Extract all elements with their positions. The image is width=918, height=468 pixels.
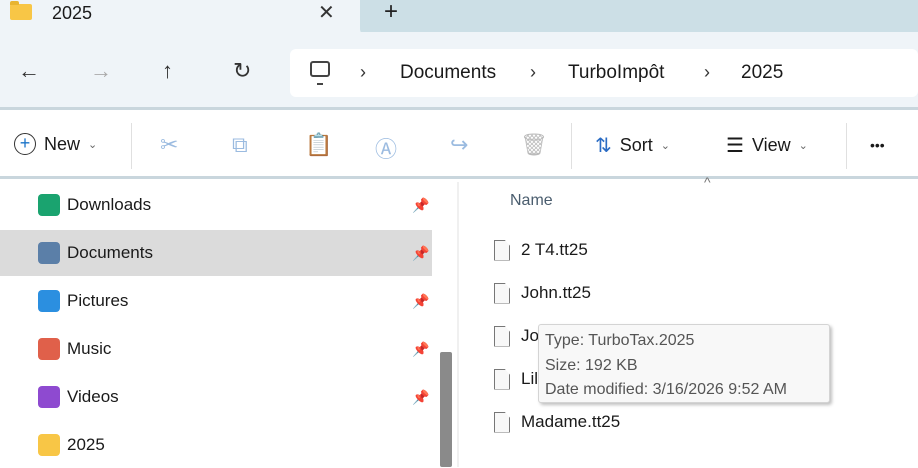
chevron-down-icon: ⌄ (798, 140, 808, 152)
chevron-right-icon[interactable]: › (360, 62, 366, 83)
sidebar-item-downloads[interactable]: Downloads 📌 (0, 182, 432, 228)
file-item[interactable]: 2 T4.tt25 (494, 235, 588, 265)
sidebar-item-label: Videos (67, 387, 119, 406)
cut-icon[interactable]: ✂ (160, 132, 178, 158)
sidebar-item-label: Pictures (67, 291, 129, 310)
share-icon[interactable]: ↪ (450, 132, 468, 158)
file-name: 2 T4.tt25 (521, 240, 588, 259)
view-lines-icon: ☰ (726, 135, 744, 157)
tab-strip (360, 0, 918, 35)
this-pc-icon[interactable] (310, 61, 330, 85)
back-button[interactable]: ← (18, 58, 40, 84)
pin-icon[interactable]: 📌 (412, 293, 429, 310)
download-icon (38, 194, 60, 216)
breadcrumb-documents[interactable]: Documents (400, 62, 496, 84)
copy-icon[interactable]: ⧉ (232, 132, 248, 158)
sidebar-item-videos[interactable]: Videos 📌 (0, 374, 432, 420)
sidebar-item-label: 2025 (67, 435, 105, 454)
breadcrumb-2025[interactable]: 2025 (741, 62, 783, 84)
file-icon (494, 368, 510, 390)
breadcrumb-turboimpot[interactable]: TurboImpôt (568, 62, 664, 84)
sidebar-item-2025[interactable]: 2025 (0, 422, 432, 468)
tab-2025[interactable]: 2025 ✕ (0, 0, 358, 32)
sidebar-item-label: Music (67, 339, 112, 358)
forward-button[interactable]: → (90, 58, 112, 84)
delete-icon[interactable]: 🗑 (520, 132, 548, 158)
divider (846, 123, 847, 169)
new-tab-button[interactable]: + (384, 0, 398, 26)
pin-icon[interactable]: 📌 (412, 389, 429, 406)
rename-icon[interactable]: Ⓐ (375, 132, 397, 164)
file-tooltip: Type: TurboTax.2025 Size: 192 KB Date mo… (538, 324, 830, 403)
column-header-name[interactable]: Name (510, 192, 553, 210)
view-label: View (751, 135, 791, 155)
file-icon (494, 325, 510, 347)
view-button[interactable]: ☰ View ⌄ (726, 133, 808, 158)
up-button[interactable]: ↑ (162, 58, 173, 84)
new-label: New (44, 133, 81, 154)
tab-title: 2025 (52, 3, 93, 23)
tooltip-size: Size: 192 KB (545, 356, 638, 374)
scrollbar-thumb[interactable] (440, 352, 452, 467)
paste-icon[interactable]: 📋 (305, 132, 332, 158)
new-button[interactable]: + New ⌄ (14, 133, 97, 155)
documents-icon (38, 242, 60, 264)
videos-icon (38, 386, 60, 408)
navigation-pane: Downloads 📌 Documents 📌 Pictures 📌 Music 📌 Video… (0, 182, 440, 467)
tooltip-type: Type: TurboTax.2025 (545, 332, 695, 349)
divider (571, 123, 572, 169)
pictures-icon (38, 290, 60, 312)
sort-button[interactable]: ⇅ Sort ⌄ (595, 133, 670, 158)
sidebar-item-label: Documents (67, 243, 153, 262)
file-icon (494, 411, 510, 433)
file-icon (494, 239, 510, 261)
tooltip-date: Date modified: 3/16/2026 9:52 AM (545, 381, 787, 398)
chevron-right-icon[interactable]: › (704, 62, 710, 83)
pin-icon[interactable]: 📌 (412, 341, 429, 358)
sort-icon: ⇅ (595, 135, 612, 157)
music-icon (38, 338, 60, 360)
pane-divider (457, 182, 459, 467)
chevron-down-icon: ⌄ (660, 140, 670, 152)
address-bar[interactable]: › Documents › TurboImpôt › 2025 (290, 49, 918, 97)
file-name: Jo (521, 326, 539, 345)
file-item[interactable]: John.tt25 (494, 278, 591, 308)
file-item[interactable]: Jo (494, 321, 539, 351)
command-bar: + New ⌄ ✂ ⧉ 📋 Ⓐ ↪ 🗑 ⇅ Sort ⌄ ☰ View ⌄ ••• (0, 113, 918, 179)
plus-circle-icon: + (14, 133, 36, 155)
sidebar-item-documents[interactable]: Documents 📌 (0, 230, 432, 276)
sidebar-item-pictures[interactable]: Pictures 📌 (0, 278, 432, 324)
chevron-down-icon: ⌄ (88, 138, 98, 151)
sidebar-item-label: Downloads (67, 195, 152, 214)
file-icon (494, 282, 510, 304)
chevron-right-icon[interactable]: › (530, 62, 536, 83)
pin-icon[interactable]: 📌 (412, 245, 429, 262)
file-item[interactable]: Lil (494, 364, 538, 394)
refresh-button[interactable]: ↻ (233, 58, 251, 84)
folder-icon (10, 1, 32, 20)
sort-ascending-icon: ^ (704, 174, 711, 190)
sort-label: Sort (619, 135, 653, 155)
navigation-bar: ← → ↑ ↻ › Documents › TurboImpôt › 2025 (0, 32, 918, 110)
sidebar-item-music[interactable]: Music 📌 (0, 326, 432, 372)
close-tab-button[interactable]: ✕ (318, 0, 335, 25)
more-options-button[interactable]: ••• (870, 137, 885, 153)
tab-bar: 2025 ✕ + (0, 0, 918, 35)
pin-icon[interactable]: 📌 (412, 197, 429, 214)
file-name: Madame.tt25 (521, 412, 621, 431)
folder-icon (38, 434, 60, 456)
divider (131, 123, 132, 169)
file-name: John.tt25 (521, 283, 591, 302)
file-item[interactable]: Madame.tt25 (494, 407, 620, 437)
file-name: Lil (521, 369, 539, 388)
